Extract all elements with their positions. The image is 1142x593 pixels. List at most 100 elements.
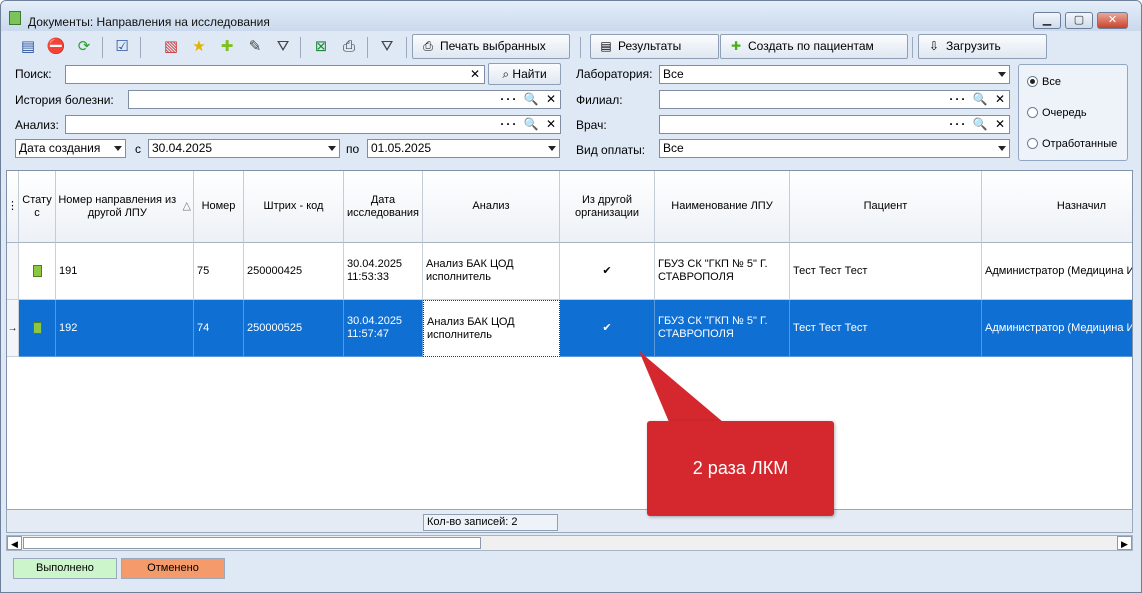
chevron-down-icon bbox=[548, 146, 556, 151]
table-cell-patient[interactable]: Тест Тест Тест bbox=[790, 300, 982, 357]
lookup-icons[interactable]: ··· 🔍 ✕ bbox=[949, 91, 1007, 108]
radio-processed[interactable]: Отработанные bbox=[1027, 137, 1117, 153]
table-cell-assigned-by[interactable]: Администратор (Медицина И bbox=[982, 300, 1132, 357]
search-input[interactable]: ✕ bbox=[65, 65, 485, 84]
table-cell-date[interactable]: 30.04.2025 11:57:47 bbox=[344, 300, 423, 357]
chevron-down-icon bbox=[998, 146, 1006, 151]
delete-doc-icon[interactable]: ▧ bbox=[161, 37, 181, 57]
table-cell-assigned-by[interactable]: Администратор (Медицина И bbox=[982, 243, 1132, 300]
table-cell-from-other-org[interactable]: ✔ bbox=[560, 300, 655, 357]
table-cell-date[interactable]: 30.04.2025 11:53:33 bbox=[344, 243, 423, 300]
analysis-line-2: исполнитель bbox=[427, 328, 492, 341]
to-date-picker[interactable]: 01.05.2025 bbox=[367, 139, 560, 158]
status-cell[interactable] bbox=[19, 300, 56, 357]
table-cell-analysis[interactable]: Анализ БАК ЦОД исполнитель bbox=[423, 243, 560, 300]
date-type-select[interactable]: Дата создания bbox=[15, 139, 126, 158]
row-indicator[interactable] bbox=[7, 243, 19, 300]
excel-icon[interactable]: ⊠ bbox=[311, 37, 331, 57]
column-chooser-icon[interactable]: ⋮ bbox=[7, 171, 19, 243]
header-ext-number[interactable]: Номер направления из другой ЛПУ △ bbox=[56, 171, 194, 243]
to-label: по bbox=[346, 142, 360, 156]
header-patient[interactable]: Пациент bbox=[790, 171, 982, 243]
current-row-arrow-icon[interactable]: → bbox=[7, 300, 19, 357]
table-cell-barcode[interactable]: 250000525 bbox=[244, 300, 344, 357]
create-by-patients-button[interactable]: ✚ Создать по пациентам bbox=[720, 34, 908, 59]
lookup-icons[interactable]: ··· 🔍 ✕ bbox=[500, 116, 558, 133]
star-icon[interactable]: ★ bbox=[189, 37, 209, 57]
table-cell-lpu-name[interactable]: ГБУЗ СК "ГКП № 5" Г. СТАВРОПОЛЯ bbox=[655, 300, 790, 357]
table-cell-ext-number[interactable]: 192 bbox=[56, 300, 194, 357]
results-label: Результаты bbox=[618, 39, 682, 53]
add-icon[interactable]: ✚ bbox=[217, 37, 237, 57]
date-value: 30.04.2025 bbox=[347, 258, 403, 270]
header-barcode[interactable]: Штрих - код bbox=[244, 171, 344, 243]
table-cell-barcode[interactable]: 250000425 bbox=[244, 243, 344, 300]
edit-doc-icon[interactable]: ✎ bbox=[245, 37, 265, 57]
branch-input[interactable]: ··· 🔍 ✕ bbox=[659, 90, 1010, 109]
title-bar: Документы: Направления на исследования ▁… bbox=[1, 1, 1141, 31]
table-cell-analysis[interactable]: Анализ БАК ЦОД исполнитель bbox=[423, 300, 560, 357]
main-window: Документы: Направления на исследования ▁… bbox=[0, 0, 1142, 593]
stop-icon[interactable]: ⛔ bbox=[46, 37, 66, 57]
lab-select[interactable]: Все bbox=[659, 65, 1010, 84]
record-count: Кол-во записей: 2 bbox=[423, 514, 558, 531]
table-cell-from-other-org[interactable]: ✔ bbox=[560, 243, 655, 300]
clear-filter-icon[interactable]: ⛛ bbox=[377, 37, 397, 57]
radio-dot bbox=[1027, 138, 1038, 149]
lab-value: Все bbox=[663, 67, 684, 81]
checkbox-checked-icon[interactable]: ✔ bbox=[602, 322, 613, 334]
sort-asc-icon: △ bbox=[182, 200, 191, 212]
lookup-icons[interactable]: ··· 🔍 ✕ bbox=[500, 91, 558, 108]
filter-icon[interactable]: ⛛ bbox=[273, 37, 293, 57]
header-date[interactable]: Дата исследования bbox=[344, 171, 423, 243]
chevron-down-icon bbox=[328, 146, 336, 151]
refresh-icon[interactable]: ⟳ bbox=[74, 37, 94, 57]
toolbar-separator bbox=[300, 37, 301, 58]
header-number[interactable]: Номер bbox=[194, 171, 244, 243]
clear-icon[interactable]: ✕ bbox=[470, 66, 482, 83]
close-button[interactable]: ✕ bbox=[1097, 12, 1128, 29]
header-from-other-org[interactable]: Из другой организации bbox=[560, 171, 655, 243]
status-cell[interactable] bbox=[19, 243, 56, 300]
header-assigned-by[interactable]: Назначил bbox=[982, 171, 1132, 243]
checkbox-checked-icon[interactable]: ✔ bbox=[602, 265, 613, 277]
payment-label: Вид оплаты: bbox=[576, 143, 646, 157]
print-icon[interactable]: ⎙ bbox=[339, 37, 359, 57]
find-button[interactable]: ⌕ Найти bbox=[488, 63, 561, 85]
status-doc-icon bbox=[32, 322, 42, 334]
scroll-right-icon[interactable]: ▶ bbox=[1117, 536, 1132, 550]
table-cell-patient[interactable]: Тест Тест Тест bbox=[790, 243, 982, 300]
table-cell-number[interactable]: 74 bbox=[194, 300, 244, 357]
table-cell-number[interactable]: 75 bbox=[194, 243, 244, 300]
scrollbar-thumb[interactable] bbox=[23, 537, 481, 549]
analysis-input[interactable]: ··· 🔍 ✕ bbox=[65, 115, 561, 134]
toolbar-separator bbox=[102, 37, 103, 58]
scroll-left-icon[interactable]: ◀ bbox=[7, 536, 22, 550]
results-button[interactable]: ▤ Результаты bbox=[590, 34, 719, 59]
header-analysis[interactable]: Анализ bbox=[423, 171, 560, 243]
radio-all[interactable]: Все bbox=[1027, 75, 1061, 91]
checklist-icon[interactable]: ☑ bbox=[112, 37, 132, 57]
analysis-line-1: Анализ БАК ЦОД bbox=[426, 258, 514, 270]
header-lpu-name[interactable]: Наименование ЛПУ bbox=[655, 171, 790, 243]
maximize-button[interactable]: ▢ bbox=[1065, 12, 1093, 29]
load-button[interactable]: ⇩ Загрузить bbox=[918, 34, 1047, 59]
payment-select[interactable]: Все bbox=[659, 139, 1010, 158]
table-cell-ext-number[interactable]: 191 bbox=[56, 243, 194, 300]
find-label: Найти bbox=[512, 67, 547, 81]
print-selected-button[interactable]: ⎙ Печать выбранных bbox=[412, 34, 570, 59]
lookup-icons[interactable]: ··· 🔍 ✕ bbox=[949, 116, 1007, 133]
history-input[interactable]: ··· 🔍 ✕ bbox=[128, 90, 561, 109]
analysis-line-2: исполнитель bbox=[426, 271, 491, 283]
header-status[interactable]: Стату с bbox=[19, 171, 56, 243]
horizontal-scrollbar[interactable]: ◀ ▶ bbox=[6, 535, 1133, 551]
toolbar: ▤ ⛔ ⟳ ☑ ▧ ★ ✚ ✎ ⛛ ⊠ ⎙ ⛛ ⎙ Печать выбранны… bbox=[6, 34, 1137, 61]
header-ext-number-label: Номер направления из другой ЛПУ bbox=[58, 193, 177, 219]
doctor-input[interactable]: ··· 🔍 ✕ bbox=[659, 115, 1010, 134]
minimize-button[interactable]: ▁ bbox=[1033, 12, 1061, 29]
toolbar-separator bbox=[406, 37, 407, 58]
table-cell-lpu-name[interactable]: ГБУЗ СК "ГКП № 5" Г. СТАВРОПОЛЯ bbox=[655, 243, 790, 300]
from-date-picker[interactable]: 30.04.2025 bbox=[148, 139, 340, 158]
document-edit-icon[interactable]: ▤ bbox=[18, 37, 38, 57]
radio-queue[interactable]: Очередь bbox=[1027, 106, 1087, 122]
